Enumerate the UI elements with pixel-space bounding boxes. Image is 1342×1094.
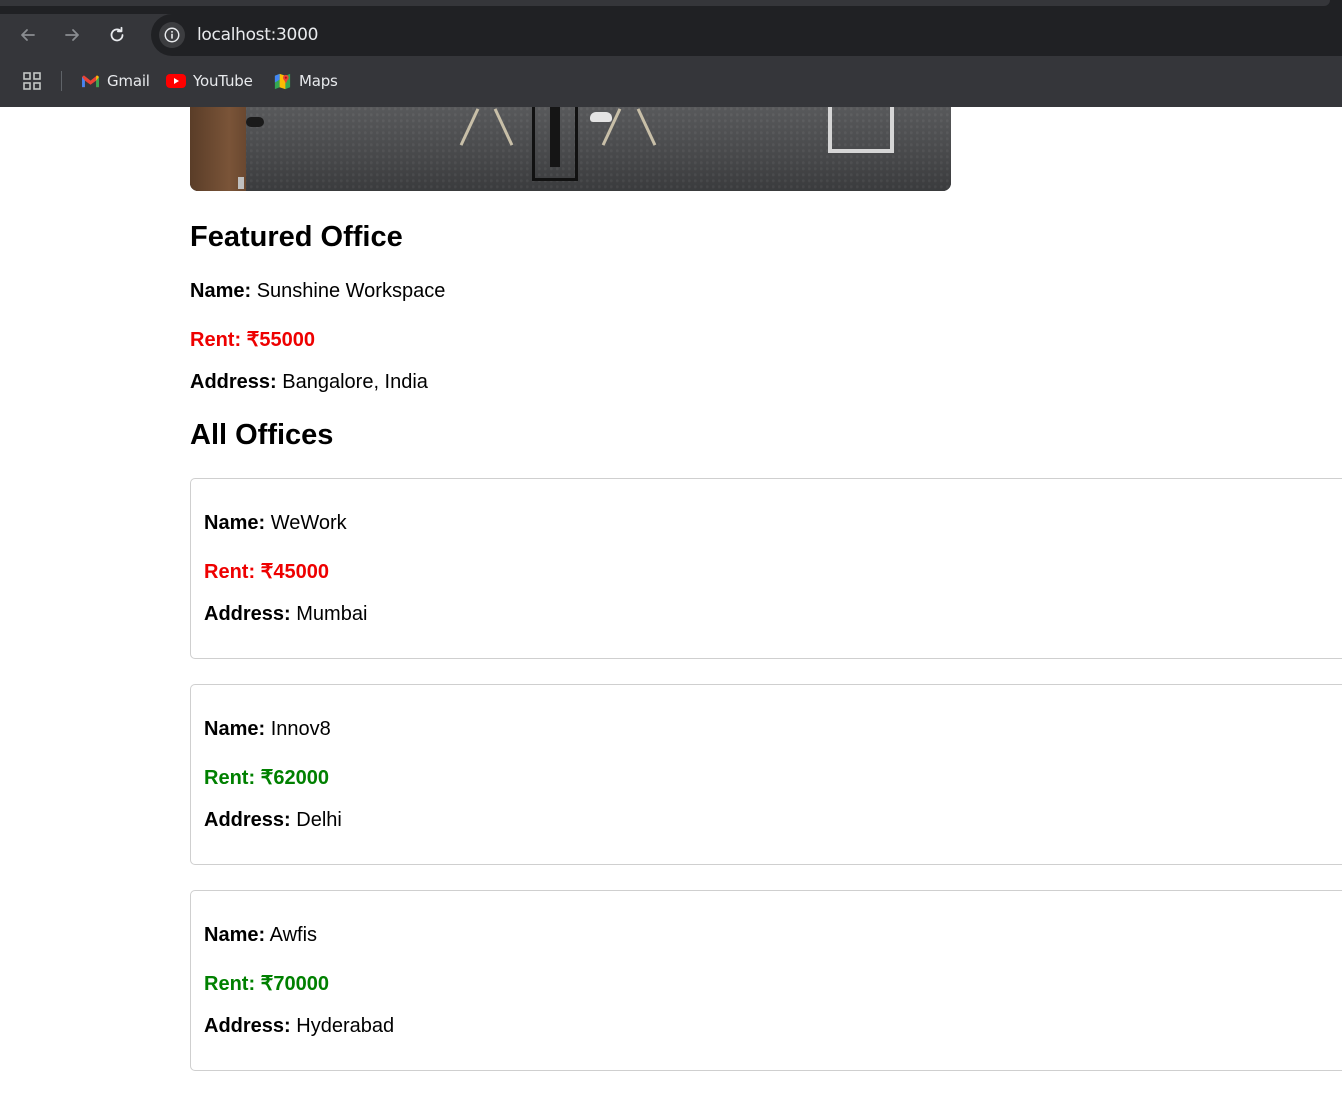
address-value: Hyderabad (296, 1015, 395, 1037)
bookmark-label: YouTube (193, 72, 253, 90)
arrow-left-icon (21, 29, 35, 41)
office-address: Address: Delhi (204, 809, 342, 832)
name-value: Sunshine Workspace (256, 280, 446, 302)
address-label: Address: (204, 1015, 291, 1037)
name-value: Innov8 (270, 718, 331, 740)
featured-name: Name: Sunshine Workspace (190, 280, 445, 303)
page-content: Featured Office Name: Sunshine Workspace… (0, 107, 1342, 1094)
office-name: Name: Innov8 (204, 718, 331, 741)
back-button[interactable] (15, 22, 41, 48)
reload-button[interactable] (104, 22, 130, 48)
site-info-icon[interactable] (159, 22, 185, 48)
office-name: Name: WeWork (204, 512, 347, 535)
bookmarks-bar: Gmail YouTube Maps (0, 56, 1342, 107)
office-card: Name: WeWork Rent: ₹45000 Address: Mumba… (190, 478, 1342, 659)
name-label: Name: (204, 718, 266, 740)
address-label: Address: (204, 603, 291, 625)
featured-office-heading: Featured Office (190, 221, 403, 253)
office-card: Name: Awfis Rent: ₹70000 Address: Hydera… (190, 890, 1342, 1071)
bookmark-label: Maps (299, 72, 338, 90)
bookmarks-separator (61, 71, 62, 91)
active-tab-edge (0, 0, 1330, 6)
youtube-icon (166, 72, 186, 90)
name-value: WeWork (270, 512, 347, 534)
featured-rent: Rent: ₹55000 (190, 329, 315, 351)
office-name: Name: Awfis (204, 924, 317, 947)
office-card: Name: Innov8 Rent: ₹62000 Address: Delhi (190, 684, 1342, 865)
name-label: Name: (204, 512, 266, 534)
url-text[interactable]: localhost:3000 (197, 25, 318, 45)
all-offices-heading: All Offices (190, 419, 334, 451)
name-label: Name: (190, 280, 252, 302)
apps-grid-icon[interactable] (22, 71, 42, 91)
browser-toolbar: localhost:3000 (0, 14, 1342, 56)
office-rent: Rent: ₹62000 (204, 767, 329, 789)
address-label: Address: (190, 371, 277, 393)
gmail-icon (80, 72, 100, 90)
office-rent: Rent: ₹70000 (204, 973, 329, 995)
reload-icon (110, 26, 124, 42)
forward-button[interactable] (59, 22, 85, 48)
address-bar[interactable]: localhost:3000 (151, 14, 1342, 56)
maps-icon (272, 72, 292, 90)
name-value: Awfis (269, 924, 318, 946)
bookmark-youtube[interactable]: YouTube (166, 70, 253, 92)
address-label: Address: (204, 809, 291, 831)
office-rent: Rent: ₹45000 (204, 561, 329, 583)
arrow-right-icon (65, 29, 79, 41)
office-address: Address: Hyderabad (204, 1015, 394, 1038)
address-value: Mumbai (296, 603, 368, 625)
bookmark-label: Gmail (107, 72, 150, 90)
featured-address: Address: Bangalore, India (190, 371, 428, 394)
bookmark-gmail[interactable]: Gmail (80, 70, 150, 92)
office-address: Address: Mumbai (204, 603, 367, 626)
address-value: Delhi (296, 809, 342, 831)
bookmark-maps[interactable]: Maps (272, 70, 338, 92)
office-hero-image (190, 107, 951, 191)
address-value: Bangalore, India (282, 371, 428, 393)
name-label: Name: (204, 924, 266, 946)
